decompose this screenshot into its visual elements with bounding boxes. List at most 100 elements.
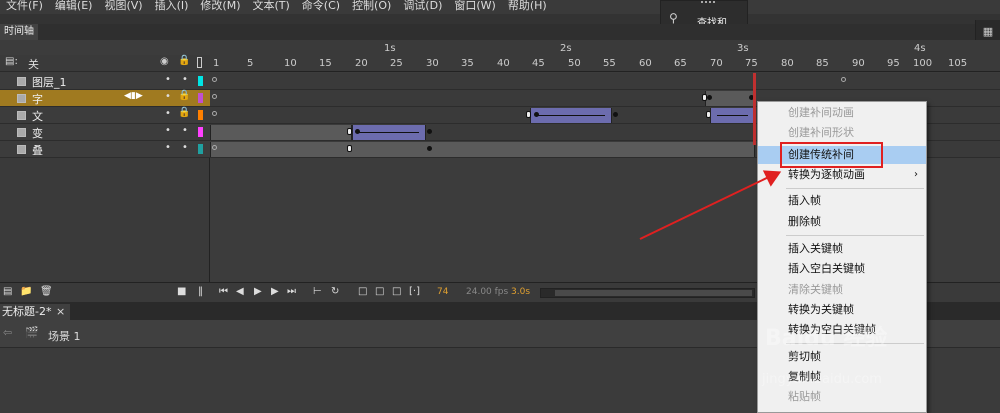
layer-row[interactable]: 文 • 🔒 bbox=[0, 107, 210, 124]
menu-item-create-motion-tween[interactable]: 创建补间动画 bbox=[758, 104, 926, 122]
classic-tween-span[interactable] bbox=[352, 125, 426, 140]
layer-row[interactable]: 图层_1 • • bbox=[0, 73, 210, 90]
layer-row[interactable]: 叠 • • bbox=[0, 141, 210, 158]
menu-item-insert-keyframe[interactable]: 插入关键帧 bbox=[758, 240, 926, 258]
keyframe-end[interactable] bbox=[526, 111, 531, 118]
classic-tween-span[interactable] bbox=[530, 108, 612, 123]
blank-keyframe[interactable] bbox=[212, 77, 217, 82]
onion-skin-controls-icon[interactable]: ◀▮▶ bbox=[124, 91, 143, 101]
visibility-dot[interactable]: • bbox=[165, 91, 171, 102]
ruler-second: 2s bbox=[560, 43, 572, 54]
eye-icon[interactable]: ◉ bbox=[160, 56, 169, 67]
menu-control[interactable]: 控制(O) bbox=[346, 0, 397, 14]
onion-outline-icon[interactable]: □ bbox=[375, 286, 384, 297]
new-folder-icon[interactable]: 📁 bbox=[20, 286, 32, 297]
layer-color-swatch[interactable] bbox=[198, 144, 203, 154]
current-frame-value[interactable]: 74 bbox=[437, 287, 448, 297]
ruler-frame: 65 bbox=[674, 58, 687, 69]
play-icon[interactable]: ▶ bbox=[254, 286, 262, 297]
menu-view[interactable]: 视图(V) bbox=[98, 0, 148, 14]
blank-keyframe[interactable] bbox=[841, 77, 846, 82]
menu-item-delete-frame[interactable]: 删除帧 bbox=[758, 213, 926, 231]
next-frame-icon[interactable]: ▶ bbox=[271, 286, 279, 297]
blank-keyframe[interactable] bbox=[212, 94, 217, 99]
menu-modify[interactable]: 修改(M) bbox=[194, 0, 246, 14]
keyframe-end[interactable] bbox=[702, 94, 707, 101]
frame-span[interactable] bbox=[210, 142, 755, 157]
last-frame-icon[interactable]: ⏭ bbox=[287, 286, 296, 297]
edit-multiple-icon[interactable]: □ bbox=[392, 286, 401, 297]
lock-icon[interactable]: 🔒 bbox=[178, 107, 190, 118]
classic-tween-span[interactable] bbox=[710, 108, 755, 123]
layer-row-selected[interactable]: 字 ◀▮▶ • 🔒 bbox=[0, 90, 210, 107]
loop-icon[interactable]: ↻ bbox=[331, 286, 339, 297]
menu-file[interactable]: 文件(F) bbox=[0, 0, 49, 14]
new-layer-icon[interactable]: ▤ bbox=[3, 286, 12, 297]
close-icon[interactable]: × bbox=[56, 304, 65, 320]
blank-keyframe[interactable] bbox=[212, 145, 217, 150]
timeline-scrollbar[interactable] bbox=[540, 288, 755, 298]
frame-span[interactable] bbox=[705, 91, 755, 106]
visibility-dot[interactable]: • bbox=[165, 125, 171, 136]
layer-icon bbox=[17, 77, 26, 86]
onion-skin-icon[interactable]: □ bbox=[358, 286, 367, 297]
keyframe[interactable] bbox=[427, 146, 432, 151]
panel-tab-row: 时间轴 bbox=[0, 24, 975, 40]
scrollbar-thumb[interactable] bbox=[555, 290, 752, 296]
menu-item-insert-frame[interactable]: 插入帧 bbox=[758, 192, 926, 210]
keyframe[interactable] bbox=[613, 112, 618, 117]
onion-markers-icon[interactable]: [·] bbox=[409, 286, 420, 297]
lock-icon[interactable]: 🔒 bbox=[178, 55, 190, 66]
keyframe-end[interactable] bbox=[347, 145, 352, 152]
time-value[interactable]: 3.0s bbox=[511, 287, 530, 297]
lock-dot[interactable]: • bbox=[182, 142, 188, 153]
drag-handle-icon[interactable]: ‖ bbox=[198, 286, 203, 297]
keyframe[interactable] bbox=[355, 129, 360, 134]
ruler-frame: 55 bbox=[603, 58, 616, 69]
lock-dot[interactable]: • bbox=[182, 74, 188, 85]
layer-color-swatch[interactable] bbox=[198, 127, 203, 137]
center-frame-icon[interactable]: ⊢ bbox=[313, 286, 322, 297]
menu-debug[interactable]: 调试(D) bbox=[397, 0, 448, 14]
frame-row[interactable] bbox=[210, 73, 1000, 90]
back-arrow-icon[interactable]: ⇦ bbox=[3, 326, 12, 339]
visibility-dot[interactable]: • bbox=[165, 108, 171, 119]
first-frame-icon[interactable]: ⏮ bbox=[219, 286, 228, 297]
menu-window[interactable]: 窗口(W) bbox=[448, 0, 501, 14]
layer-row[interactable]: 变 • • bbox=[0, 124, 210, 141]
menu-item-create-shape-tween[interactable]: 创建补间形状 bbox=[758, 124, 926, 142]
lock-dot[interactable]: • bbox=[182, 125, 188, 136]
playhead[interactable] bbox=[753, 73, 756, 145]
menu-help[interactable]: 帮助(H) bbox=[502, 0, 553, 14]
delete-icon[interactable]: 🗑 bbox=[40, 286, 53, 297]
keyframe[interactable] bbox=[534, 112, 539, 117]
layer-color-swatch[interactable] bbox=[198, 93, 203, 103]
scene-label[interactable]: 场景 1 bbox=[48, 328, 81, 344]
visibility-dot[interactable]: • bbox=[165, 142, 171, 153]
frame-span[interactable] bbox=[210, 125, 352, 140]
prev-frame-icon[interactable]: ◀ bbox=[236, 286, 244, 297]
camera-icon[interactable]: ■ bbox=[177, 286, 186, 297]
menu-item-convert-to-keyframe[interactable]: 转换为关键帧 bbox=[758, 301, 926, 319]
lock-icon[interactable]: 🔒 bbox=[178, 90, 190, 101]
tab-document[interactable]: 无标题-2* × bbox=[0, 304, 70, 320]
keyframe[interactable] bbox=[707, 95, 712, 100]
menu-insert[interactable]: 插入(I) bbox=[149, 0, 195, 14]
menu-item-paste-frames[interactable]: 粘贴帧 bbox=[758, 388, 926, 406]
frame-ruler[interactable]: 1s 2s 3s 4s 1 5 10 15 20 25 30 35 40 45 … bbox=[210, 40, 1000, 72]
menu-item-clear-keyframe[interactable]: 清除关键帧 bbox=[758, 281, 926, 299]
layer-color-swatch[interactable] bbox=[198, 110, 203, 120]
tab-timeline[interactable]: 时间轴 bbox=[0, 24, 38, 40]
menu-commands[interactable]: 命令(C) bbox=[296, 0, 346, 14]
menu-edit[interactable]: 编辑(E) bbox=[49, 0, 99, 14]
visibility-dot[interactable]: • bbox=[165, 74, 171, 85]
blank-keyframe[interactable] bbox=[212, 111, 217, 116]
ruler-frame: 1 bbox=[213, 58, 220, 69]
outline-icon[interactable] bbox=[197, 57, 202, 68]
menu-item-insert-blank-keyframe[interactable]: 插入空白关键帧 bbox=[758, 260, 926, 278]
ruler-frame: 10 bbox=[284, 58, 297, 69]
keyframe[interactable] bbox=[427, 129, 432, 134]
layer-color-swatch[interactable] bbox=[198, 76, 203, 86]
fps-value[interactable]: 24.00 fps bbox=[466, 287, 508, 297]
menu-text[interactable]: 文本(T) bbox=[246, 0, 295, 14]
